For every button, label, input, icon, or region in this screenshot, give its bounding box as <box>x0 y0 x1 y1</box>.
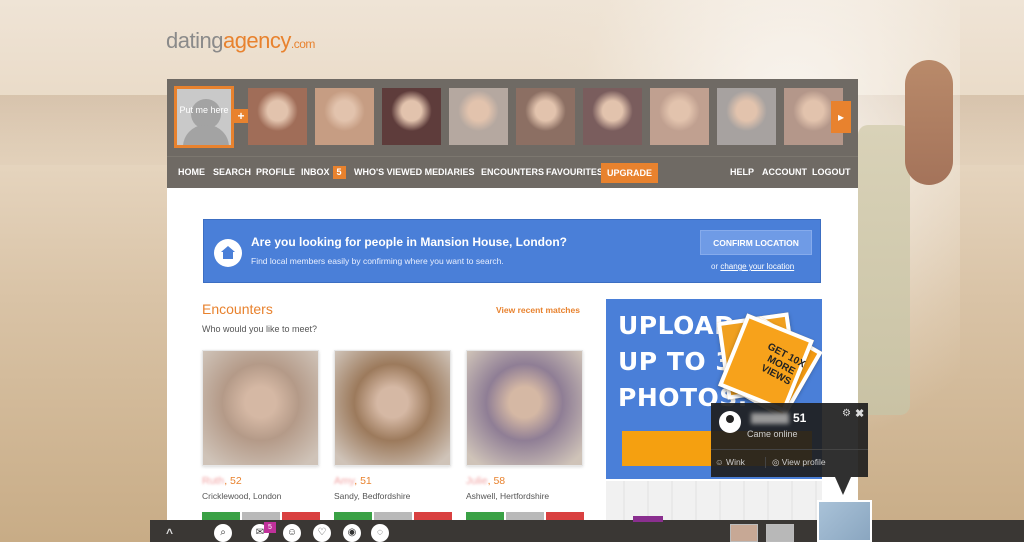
or-text: or <box>711 262 721 271</box>
heart-icon[interactable]: ♡ <box>313 524 331 542</box>
main-nav: HOME SEARCH PROFILE INBOX 5 WHO'S VIEWED … <box>167 156 858 188</box>
logo-text-com: .com <box>290 37 316 51</box>
member-thumbnail[interactable] <box>717 88 776 145</box>
silhouette-body <box>183 125 229 145</box>
encounter-name-text: Julie <box>466 475 488 487</box>
bottom-toolbar: ^ ⌕ ✉ ☺ ♡ ◉ ◌ <box>150 520 1024 542</box>
background-arm <box>905 60 953 185</box>
nav-profile[interactable]: PROFILE <box>256 157 295 189</box>
inbox-count-badge: 5 <box>332 166 346 179</box>
gear-icon[interactable]: ⚙ <box>842 408 851 419</box>
toolbar-thumbnail[interactable] <box>766 524 794 542</box>
nav-upgrade[interactable]: UPGRADE <box>601 163 659 183</box>
encounter-card[interactable]: Amy, 51 Sandy, Bedfordshire <box>334 350 451 501</box>
nav-encounters[interactable]: ENCOUNTERS <box>481 157 544 189</box>
photo-strip: Put me here + ▸ <box>167 79 858 156</box>
smile-icon: ☺ <box>715 457 727 467</box>
search-icon[interactable]: ⌕ <box>214 524 232 542</box>
nav-favourites[interactable]: FAVOURITES <box>546 157 603 189</box>
encounter-name-text: Ruth <box>202 475 225 487</box>
encounter-location: Sandy, Bedfordshire <box>334 491 411 501</box>
eye-icon[interactable]: ◉ <box>343 524 361 542</box>
encounter-age: , 51 <box>354 475 372 487</box>
home-icon <box>214 239 242 267</box>
toolbar-thumbnail[interactable] <box>730 524 758 542</box>
logo-text-agency: agency <box>222 28 291 53</box>
encounter-card[interactable]: Julie, 58 Ashwell, Hertfordshire <box>466 350 583 501</box>
chat-icon[interactable]: ◌ <box>371 524 389 542</box>
member-thumbnail[interactable] <box>583 88 642 145</box>
encounters-subtitle: Who would you like to meet? <box>202 324 318 334</box>
nav-diaries[interactable]: DIARIES <box>438 157 475 189</box>
logo-text-dating: dating <box>166 28 223 53</box>
nav-whos-viewed-me[interactable]: WHO'S VIEWED ME <box>354 157 438 189</box>
site-logo[interactable]: datingagency.com <box>166 28 315 54</box>
new-tag <box>633 516 663 522</box>
confirm-location-button[interactable]: CONFIRM LOCATION <box>700 230 812 255</box>
encounter-photo[interactable] <box>466 350 583 466</box>
encounter-location: Cricklewood, London <box>202 491 282 501</box>
encounter-name-text: Amy <box>334 475 355 487</box>
member-thumbnail[interactable] <box>650 88 709 145</box>
notification-status: Came online <box>747 429 798 439</box>
member-thumbnail[interactable] <box>248 88 307 145</box>
encounter-age: , 52 <box>224 475 242 487</box>
encounter-name: Julie, 58 <box>466 475 583 487</box>
strip-next-button[interactable]: ▸ <box>831 101 851 133</box>
encounter-age: , 58 <box>487 475 506 487</box>
encounter-photo[interactable] <box>334 350 451 466</box>
encounter-card[interactable]: Ruth, 52 Cricklewood, London <box>202 350 319 501</box>
online-notification: 51 ⚙ ✖ Came online ☺ Wink ◎ View profile <box>711 403 868 477</box>
encounters-title: Encounters <box>202 301 273 317</box>
member-thumbnail[interactable] <box>449 88 508 145</box>
change-location-link[interactable]: change your location <box>720 262 794 271</box>
encounter-location: Ashwell, Hertfordshire <box>466 491 550 501</box>
put-me-here-label: Put me here <box>179 105 229 115</box>
profile-icon: ◎ <box>772 457 782 467</box>
nav-search[interactable]: SEARCH <box>213 157 251 189</box>
view-recent-matches-link[interactable]: View recent matches <box>496 305 580 315</box>
notification-age: 51 <box>793 411 807 425</box>
toolbar-logo-icon[interactable]: ^ <box>166 526 173 540</box>
member-thumbnail[interactable] <box>315 88 374 145</box>
smile-icon[interactable]: ☺ <box>283 524 301 542</box>
change-location-text: or change your location <box>711 262 794 271</box>
message-count-badge: 5 <box>264 522 276 533</box>
nav-help[interactable]: HELP <box>730 157 754 189</box>
encounter-photo[interactable] <box>202 350 319 466</box>
wink-button[interactable]: ☺ Wink <box>715 457 745 467</box>
member-thumbnails <box>248 88 843 145</box>
location-banner: Are you looking for people in Mansion Ho… <box>203 219 821 283</box>
location-subtitle: Find local members easily by confirming … <box>251 256 504 266</box>
notification-name-blurred <box>751 413 789 424</box>
location-title: Are you looking for people in Mansion Ho… <box>251 235 567 249</box>
view-profile-button[interactable]: ◎ View profile <box>765 457 826 468</box>
nav-logout[interactable]: LOGOUT <box>812 157 851 189</box>
member-thumbnail[interactable] <box>516 88 575 145</box>
divider <box>711 449 868 450</box>
encounter-name: Amy, 51 <box>334 475 451 487</box>
nav-inbox-label: INBOX <box>301 167 330 177</box>
view-profile-label: View profile <box>781 457 826 467</box>
close-icon[interactable]: ✖ <box>855 407 864 420</box>
nav-home[interactable]: HOME <box>178 157 205 189</box>
wink-label: Wink <box>726 457 745 467</box>
toolbar-active-thumbnail[interactable] <box>817 500 872 542</box>
background-leg <box>858 125 910 415</box>
nav-account[interactable]: ACCOUNT <box>762 157 807 189</box>
put-me-here-slot[interactable]: Put me here <box>174 86 234 148</box>
member-thumbnail[interactable] <box>382 88 441 145</box>
nav-inbox[interactable]: INBOX 5 <box>301 157 346 189</box>
encounter-name: Ruth, 52 <box>202 475 319 487</box>
user-avatar-icon <box>719 411 741 433</box>
notification-pointer <box>835 477 851 495</box>
add-photo-icon[interactable]: + <box>234 109 248 123</box>
main-panel: Are you looking for people in Mansion Ho… <box>167 188 858 542</box>
